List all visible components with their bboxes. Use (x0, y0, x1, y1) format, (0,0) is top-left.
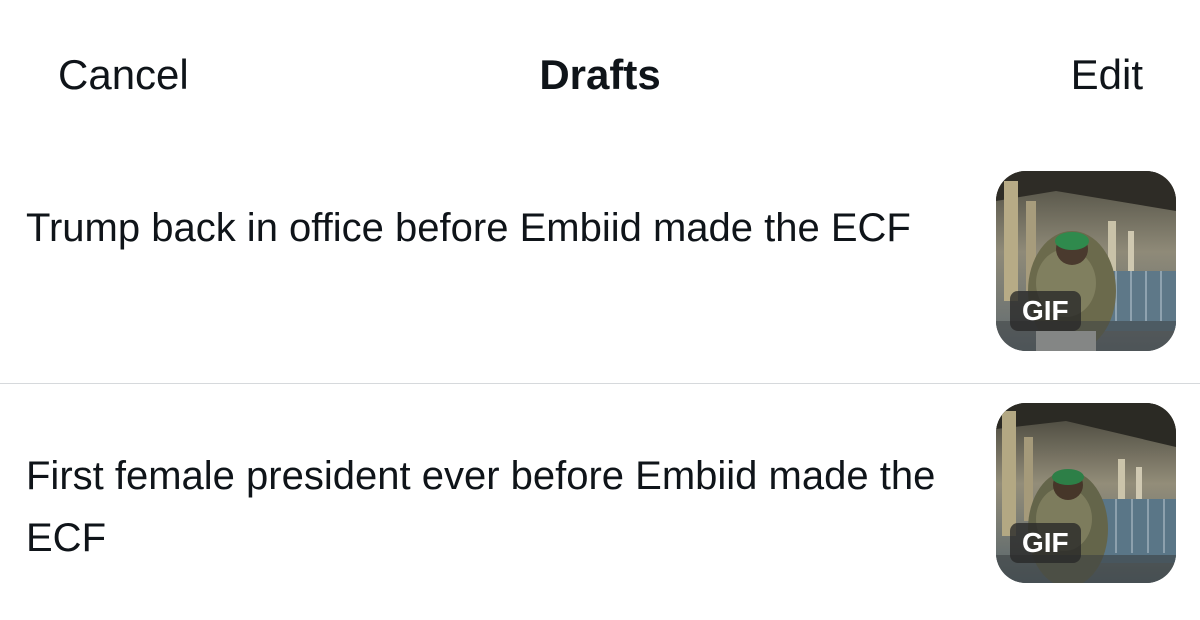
cancel-button[interactable]: Cancel (58, 50, 189, 100)
drafts-list: Trump back in office before Embiid made … (0, 150, 1200, 620)
draft-text: First female president ever before Embii… (26, 454, 936, 560)
gif-thumbnail: GIF (996, 403, 1176, 583)
gif-badge: GIF (1010, 291, 1081, 331)
gif-thumbnail: GIF (996, 171, 1176, 351)
draft-text: Trump back in office before Embiid made … (26, 206, 911, 250)
draft-item[interactable]: Trump back in office before Embiid made … (0, 150, 1200, 384)
gif-badge: GIF (1010, 523, 1081, 563)
edit-button[interactable]: Edit (1071, 50, 1143, 100)
navigation-bar: Cancel Drafts Edit (0, 0, 1200, 150)
draft-item[interactable]: First female president ever before Embii… (0, 384, 1200, 620)
